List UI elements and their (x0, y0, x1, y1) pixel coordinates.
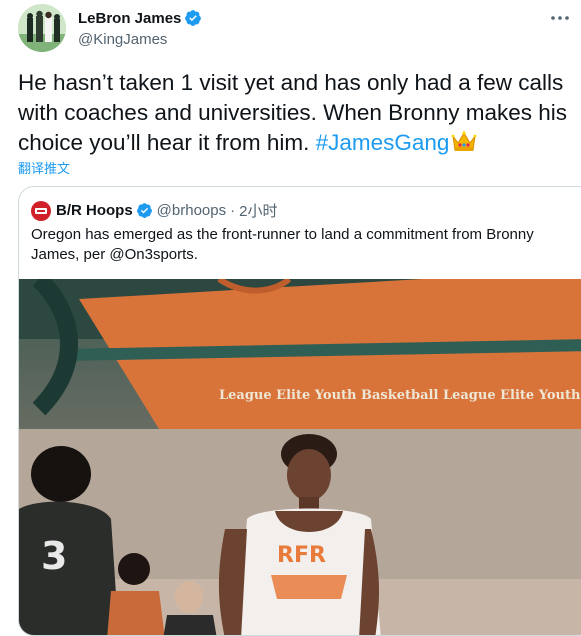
avatar-image (18, 4, 66, 52)
quoted-author-name: B/R Hoops (56, 202, 133, 219)
author-handle[interactable]: @KingJames (78, 31, 167, 48)
quoted-tweet-image[interactable]: League Elite Youth Basketball League Eli… (19, 279, 581, 636)
verified-badge-icon (185, 10, 202, 26)
banner-text: League Elite Youth Basketball League Eli… (219, 388, 581, 403)
quoted-author-handle: @brhoops (156, 202, 227, 219)
tweet-body: He hasn’t taken 1 visit yet and has only… (18, 70, 568, 155)
quoted-tweet-text: Oregon has emerged as the front-runner t… (31, 226, 534, 263)
jersey-number: 3 (41, 534, 67, 578)
translate-tweet-link[interactable]: 翻译推文 (18, 158, 70, 177)
verified-badge-icon (136, 203, 152, 218)
quoted-tweet-card[interactable]: B/R Hoops @brhoops · 2小时 Oregon has emer… (18, 186, 581, 636)
tweet-text: He hasn’t taken 1 visit yet and has only… (18, 68, 578, 162)
crown-emoji-icon (451, 130, 477, 162)
quoted-tweet-header: B/R Hoops @brhoops · 2小时 (31, 200, 277, 221)
author-avatar[interactable] (18, 4, 66, 52)
meta-separator: · (230, 202, 236, 219)
quoted-timestamp: 2小时 (239, 203, 278, 220)
author-name[interactable]: LeBron James (78, 10, 181, 27)
hashtag-link[interactable]: #JamesGang (316, 130, 450, 155)
svg-text:RFR: RFR (277, 543, 326, 568)
quoted-author-avatar (31, 200, 51, 221)
author-name-row[interactable]: LeBron James (78, 9, 202, 27)
more-options-icon[interactable] (548, 8, 572, 28)
